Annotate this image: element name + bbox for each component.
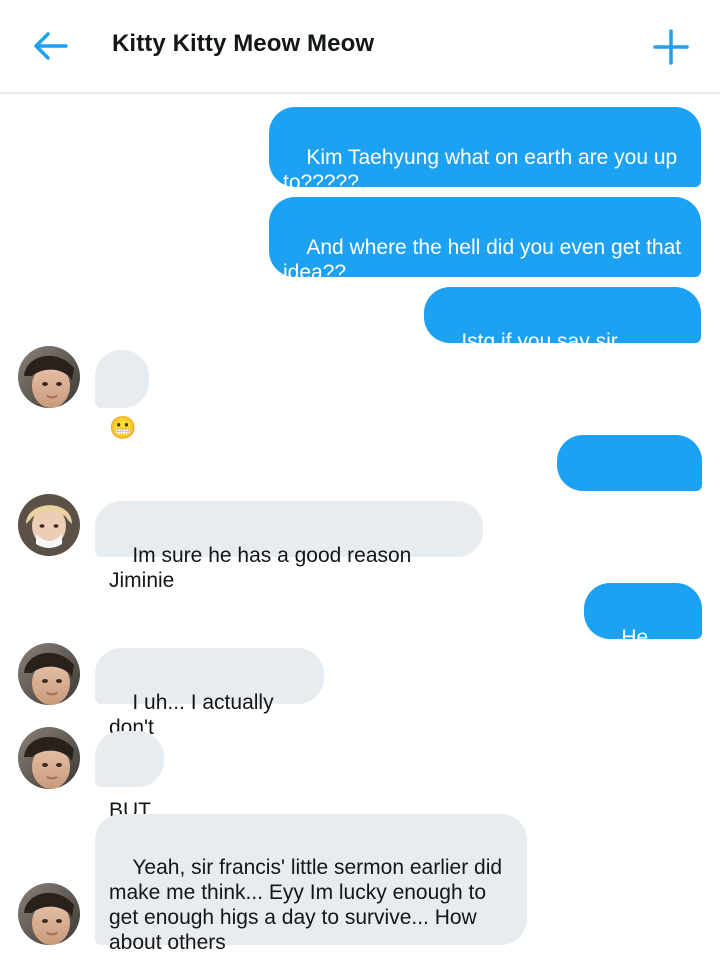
message-text: Istg if you say sir francis... [438, 330, 624, 378]
arrow-left-icon [34, 32, 68, 60]
avatar-taehyung [18, 727, 80, 789]
incoming-message-bubble[interactable]: Yeah, sir francis' little sermon earlier… [95, 814, 527, 954]
incoming-message-bubble[interactable]: BUT [95, 731, 164, 822]
outgoing-message-bubble[interactable]: Kim Taehyung what on earth are you up to… [269, 107, 701, 194]
message-text: He better [598, 626, 655, 674]
outgoing-message-bubble[interactable]: And where the hell did you even get that… [269, 197, 701, 284]
outgoing-message-bubble[interactable]: Istg if you say sir francis... [424, 287, 701, 378]
avatar-blond [18, 494, 80, 556]
back-button[interactable] [30, 28, 70, 64]
plus-icon [653, 29, 689, 65]
add-participant-button[interactable] [650, 26, 692, 68]
message-text: Yeah, sir francis' little sermon earlier… [109, 856, 503, 954]
incoming-message-bubble[interactable]: I uh... I actually don't [95, 648, 324, 739]
avatar[interactable] [18, 883, 80, 945]
avatar-taehyung [18, 883, 80, 945]
message-text: 😬 [109, 415, 137, 440]
avatar-taehyung [18, 346, 80, 408]
avatar[interactable] [18, 727, 80, 789]
chat-header: Kitty Kitty Meow Meow [0, 0, 720, 94]
message-text: TAEHYUNG [571, 503, 687, 526]
incoming-message-bubble[interactable]: 😬 [95, 350, 149, 440]
avatar[interactable] [18, 346, 80, 408]
avatar[interactable] [18, 643, 80, 705]
incoming-message-bubble[interactable]: Im sure he has a good reason Jiminie [95, 501, 483, 592]
message-text: Im sure he has a good reason Jiminie [109, 544, 418, 592]
message-text: And where the hell did you even get that… [283, 236, 682, 284]
outgoing-message-bubble[interactable]: He better [584, 583, 702, 674]
conversation-title: Kitty Kitty Meow Meow [112, 30, 375, 57]
message-text: Kim Taehyung what on earth are you up to… [283, 146, 678, 194]
avatar[interactable] [18, 494, 80, 556]
avatar-taehyung [18, 643, 80, 705]
outgoing-message-bubble[interactable]: TAEHYUNG [557, 435, 702, 526]
